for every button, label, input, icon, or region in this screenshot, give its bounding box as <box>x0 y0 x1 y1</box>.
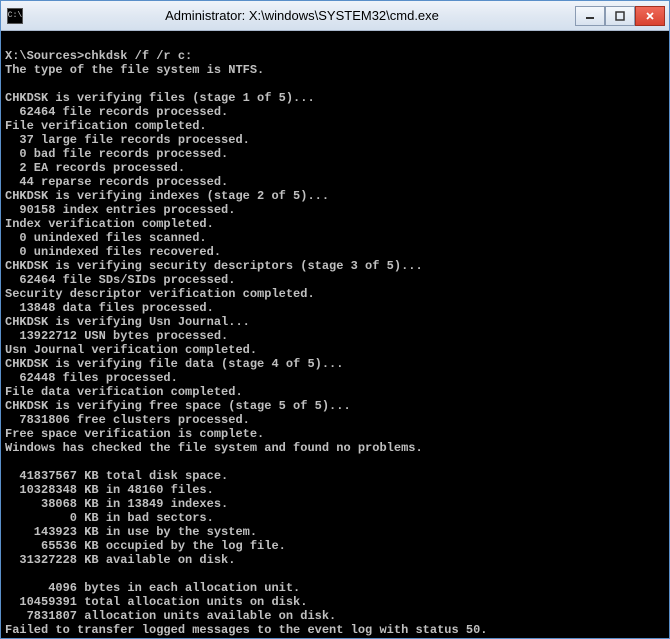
command-text: chkdsk /f /r c: <box>84 49 192 63</box>
out-line: CHKDSK is verifying free space (stage 5 … <box>5 399 351 413</box>
window-title: Administrator: X:\windows\SYSTEM32\cmd.e… <box>29 8 575 23</box>
minimize-button[interactable] <box>575 6 605 26</box>
close-button[interactable] <box>635 6 665 26</box>
out-line: 13848 data files processed. <box>5 301 214 315</box>
out-line: 10459391 total allocation units on disk. <box>5 595 307 609</box>
prompt-text: X:\Sources> <box>5 49 84 63</box>
out-line: Free space verification is complete. <box>5 427 264 441</box>
out-line: 10328348 KB in 48160 files. <box>5 483 214 497</box>
out-line: CHKDSK is verifying Usn Journal... <box>5 315 250 329</box>
out-line: Failed to transfer logged messages to th… <box>5 623 487 637</box>
out-line: 44 reparse records processed. <box>5 175 228 189</box>
out-line: Index verification completed. <box>5 217 214 231</box>
out-line: 62448 files processed. <box>5 371 178 385</box>
out-line: 62464 file records processed. <box>5 105 228 119</box>
out-line: File data verification completed. <box>5 385 243 399</box>
out-line: 13922712 USN bytes processed. <box>5 329 228 343</box>
out-line: 90158 index entries processed. <box>5 203 235 217</box>
out-line: Security descriptor verification complet… <box>5 287 315 301</box>
out-line: 143923 KB in use by the system. <box>5 525 257 539</box>
out-line: Windows has checked the file system and … <box>5 441 423 455</box>
maximize-button[interactable] <box>605 6 635 26</box>
out-line: Usn Journal verification completed. <box>5 343 257 357</box>
cmd-window: C:\ Administrator: X:\windows\SYSTEM32\c… <box>0 0 670 639</box>
out-line: File verification completed. <box>5 119 207 133</box>
out-line: 62464 file SDs/SIDs processed. <box>5 273 235 287</box>
terminal-output[interactable]: X:\Sources>chkdsk /f /r c: The type of t… <box>1 31 669 638</box>
out-line: 38068 KB in 13849 indexes. <box>5 497 228 511</box>
out-line: CHKDSK is verifying security descriptors… <box>5 259 423 273</box>
out-line: 2 EA records processed. <box>5 161 185 175</box>
out-line: CHKDSK is verifying files (stage 1 of 5)… <box>5 91 315 105</box>
out-line: The type of the file system is NTFS. <box>5 63 264 77</box>
out-line: 4096 bytes in each allocation unit. <box>5 581 300 595</box>
cmd-icon: C:\ <box>7 8 23 24</box>
titlebar[interactable]: C:\ Administrator: X:\windows\SYSTEM32\c… <box>1 1 669 31</box>
out-line: 0 unindexed files recovered. <box>5 245 221 259</box>
out-line: 0 unindexed files scanned. <box>5 231 207 245</box>
out-line: 0 KB in bad sectors. <box>5 511 214 525</box>
out-line: CHKDSK is verifying file data (stage 4 o… <box>5 357 343 371</box>
out-line: 65536 KB occupied by the log file. <box>5 539 286 553</box>
out-line: 0 bad file records processed. <box>5 147 228 161</box>
out-line: 31327228 KB available on disk. <box>5 553 235 567</box>
out-line: 37 large file records processed. <box>5 133 250 147</box>
out-line: CHKDSK is verifying indexes (stage 2 of … <box>5 189 329 203</box>
out-line: 41837567 KB total disk space. <box>5 469 228 483</box>
window-controls <box>575 6 665 26</box>
out-line: 7831806 free clusters processed. <box>5 413 250 427</box>
out-line: 7831807 allocation units available on di… <box>5 609 336 623</box>
